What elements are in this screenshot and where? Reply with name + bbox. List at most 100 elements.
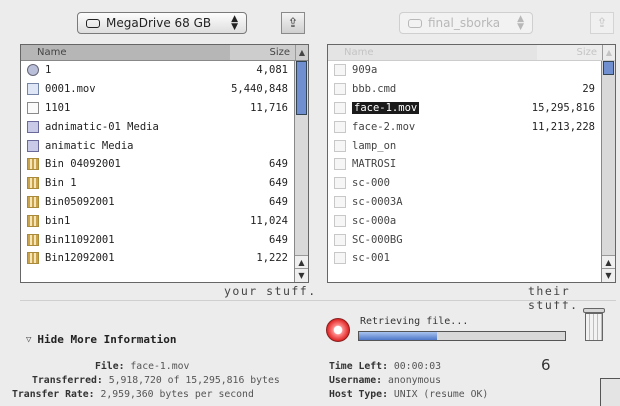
file-name-text: face-1.mov (352, 101, 420, 114)
file-name: sc-000 (352, 177, 505, 189)
file-name-text: 909a (352, 64, 378, 77)
file-name-text: animatic Media (45, 139, 134, 152)
folder-icon (408, 18, 422, 28)
right-folder-label: final_sborka (428, 16, 501, 30)
file-size: 649 (269, 195, 288, 208)
sort-direction-icon[interactable]: ▲ (295, 45, 308, 60)
popup-arrows-icon: ▲ ▼ (231, 14, 238, 32)
scroll-thumb[interactable] (296, 61, 307, 115)
file-row[interactable]: MATROSI (328, 155, 601, 174)
rate-info: Transfer Rate: 2,959,360 bytes per secon… (12, 389, 254, 400)
file-name: 1 (45, 64, 198, 76)
file-name: Bin05092001 (45, 196, 198, 208)
size-column-header[interactable]: Size (537, 47, 602, 58)
file-name-text: bbb.cmd (352, 83, 397, 96)
hide-more-info-label: Hide More Information (37, 333, 177, 346)
name-column-header[interactable]: Name (328, 45, 537, 60)
file-row[interactable]: SC-000BG (328, 230, 601, 249)
file-row[interactable]: lamp_on (328, 136, 601, 155)
file-name-text: 1 (45, 64, 52, 77)
scroll-down-arrow-icon[interactable]: ▼ (602, 268, 615, 282)
file-size: 11,716 (250, 101, 288, 114)
file-name: 909a (352, 64, 505, 76)
file-name: Bin11092001 (45, 234, 198, 246)
right-up-folder-button[interactable]: ⇪ (590, 12, 614, 34)
host-type-label: Host Type: (329, 389, 388, 400)
name-column-header[interactable]: Name (21, 45, 230, 60)
remote-tagline: their stuff. (528, 284, 579, 312)
file-row[interactable]: bbb.cmd 29 (328, 80, 601, 99)
file-name-text: 1101 (45, 101, 71, 114)
scroll-up-arrow-icon[interactable]: ▲ (602, 255, 615, 269)
file-row[interactable]: 1101 11,716 (21, 99, 294, 118)
file-name-text: sc-000a (352, 214, 397, 227)
file-name: lamp_on (352, 140, 505, 152)
file-icon (334, 101, 346, 114)
file-name-text: sc-0003A (352, 195, 403, 208)
rate-label: Transfer Rate: (12, 389, 95, 400)
file-icon (334, 195, 346, 208)
bin-icon (27, 177, 39, 190)
size-column-header[interactable]: Size (230, 47, 295, 58)
file-row[interactable]: sc-000a (328, 211, 601, 230)
scroll-thumb[interactable] (603, 61, 614, 75)
file-row[interactable]: Bin12092001 1,222 (21, 249, 294, 268)
file-name-text: MATROSI (352, 158, 397, 171)
file-label: File: (95, 361, 125, 372)
file-row[interactable]: Bin11092001 649 (21, 230, 294, 249)
scroll-down-arrow-icon[interactable]: ▼ (295, 268, 308, 282)
file-row[interactable]: sc-001 (328, 249, 601, 268)
file-name: bin1 (45, 215, 198, 227)
scroll-up-arrow-icon[interactable]: ▲ (295, 255, 308, 269)
file-row[interactable]: sc-000 (328, 174, 601, 193)
file-row[interactable]: animatic Media (21, 136, 294, 155)
time-left-label: Time Left: (329, 361, 388, 372)
file-name: face-2.mov (352, 121, 505, 133)
file-icon (334, 233, 346, 246)
file-name-text: Bin12092001 (45, 252, 115, 265)
file-name: sc-0003A (352, 196, 505, 208)
file-row[interactable]: sc-0003A (328, 193, 601, 212)
file-row[interactable]: 0001.mov 5,440,848 (21, 80, 294, 99)
right-folder-popup[interactable]: final_sborka ▲ ▼ (399, 12, 533, 34)
hide-more-info-toggle[interactable]: ▽ Hide More Information (26, 333, 177, 346)
file-icon (334, 120, 346, 133)
rate-value: 2,959,360 bytes per second (100, 389, 254, 400)
resize-corner[interactable] (600, 378, 620, 406)
file-row[interactable]: 1 4,081 (21, 61, 294, 80)
left-up-folder-button[interactable]: ⇪ (281, 12, 305, 34)
file-row[interactable]: 909a (328, 61, 601, 80)
file-name-text: adnimatic-01 Media (45, 120, 159, 133)
file-row[interactable]: face-2.mov 11,213,228 (328, 117, 601, 136)
file-row[interactable]: Bin 04092001 649 (21, 155, 294, 174)
file-row[interactable]: Bin05092001 649 (21, 193, 294, 212)
trash-icon[interactable] (583, 308, 605, 342)
file-name: face-1.mov (352, 101, 505, 114)
stop-transfer-button[interactable] (326, 318, 350, 342)
up-folder-icon: ⇪ (287, 15, 299, 31)
local-file-rows: 1 4,081 0001.mov 5,440,848 1101 11,716 adnimat… (21, 61, 294, 282)
file-icon (334, 83, 346, 96)
left-volume-label: MegaDrive 68 GB (106, 16, 212, 30)
time-left-value: 00:00:03 (393, 361, 442, 372)
file-icon (334, 158, 346, 171)
local-scrollbar[interactable]: ▲ ▼ (294, 61, 308, 282)
file-row[interactable]: face-1.mov 15,295,816 (328, 99, 601, 118)
file-row[interactable]: Bin 1 649 (21, 174, 294, 193)
document-icon (27, 101, 39, 114)
bin-icon (27, 252, 39, 265)
file-row[interactable]: adnimatic-01 Media (21, 117, 294, 136)
file-icon (334, 214, 346, 227)
file-size: 4,081 (256, 64, 288, 77)
sort-direction-icon[interactable]: ▲ (602, 45, 615, 60)
local-tagline: your stuff. (224, 284, 317, 298)
file-size: 649 (269, 158, 288, 171)
bin-icon (27, 158, 39, 171)
left-volume-popup[interactable]: MegaDrive 68 GB ▲ ▼ (77, 12, 247, 34)
remote-scrollbar[interactable]: ▲ ▼ (601, 61, 615, 282)
page-number: 6 (541, 356, 551, 374)
file-name: adnimatic-01 Media (45, 121, 198, 133)
remote-file-rows: 909a bbb.cmd 29 face-1.mov 15,295,816 face-2.… (328, 61, 601, 282)
host-type-value: UNIX (resume OK) (393, 389, 489, 400)
file-row[interactable]: bin1 11,024 (21, 211, 294, 230)
